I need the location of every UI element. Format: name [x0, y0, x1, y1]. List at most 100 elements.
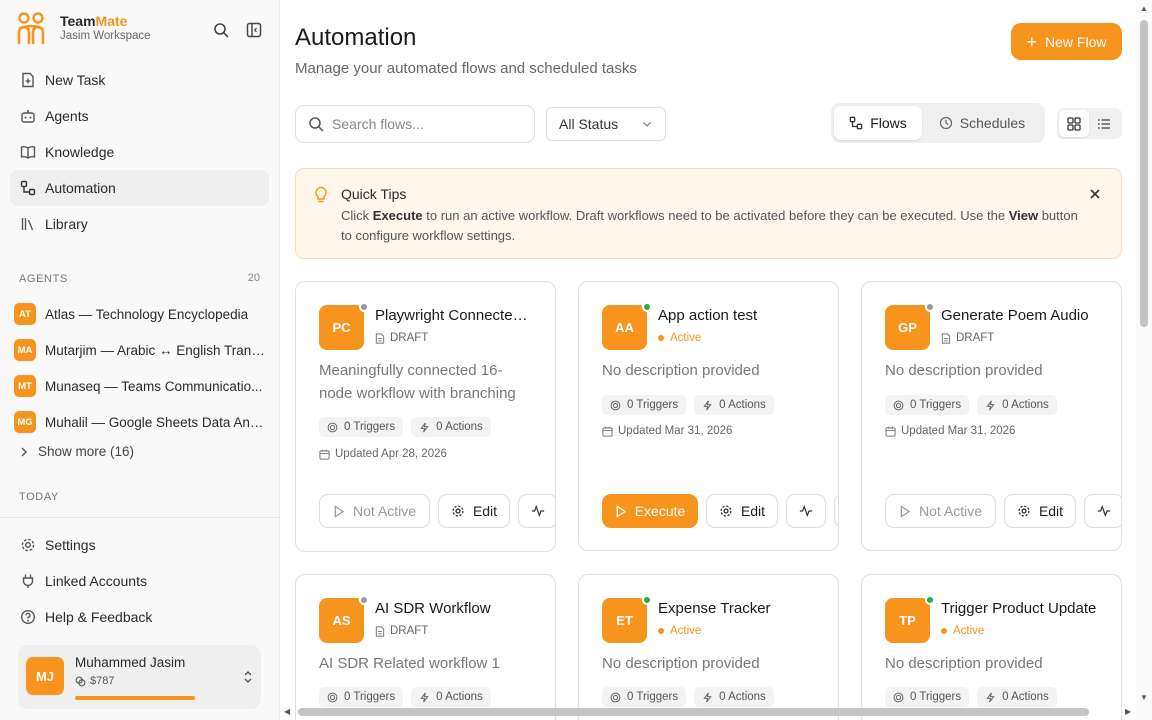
flow-card[interactable]: GP Generate Poem Audio DRAFT No descript…: [861, 281, 1122, 551]
document-icon: [941, 332, 951, 344]
activity-icon: [1097, 505, 1111, 517]
status-filter-select[interactable]: All Status: [546, 107, 666, 141]
edit-button[interactable]: Edit: [1004, 494, 1076, 528]
calendar-icon: [602, 426, 613, 437]
sidebar-item-knowledge[interactable]: Knowledge: [10, 134, 269, 170]
execute-button[interactable]: Execute: [602, 494, 698, 528]
status-label: Active: [670, 332, 702, 344]
scroll-right-arrow-icon[interactable]: ▶: [1125, 707, 1131, 716]
actions-badge: 0 Actions: [411, 687, 491, 707]
triggers-badge: 0 Triggers: [885, 395, 970, 415]
flow-card[interactable]: AS AI SDR Workflow DRAFT AI SDR Related …: [295, 574, 556, 720]
user-card[interactable]: MJ Muhammed Jasim $787: [18, 645, 261, 709]
sidebar-item-linked-accounts[interactable]: Linked Accounts: [10, 563, 269, 599]
lightning-icon: [703, 692, 712, 702]
page-subtitle: Manage your automated flows and schedule…: [295, 60, 637, 77]
grid-view-button[interactable]: [1059, 110, 1089, 137]
sidebar-item-label: Help & Feedback: [45, 609, 153, 625]
sidebar-item-library[interactable]: Library: [10, 206, 269, 242]
flow-card[interactable]: ET Expense Tracker Active No description…: [578, 574, 839, 720]
actions-badge: 0 Actions: [977, 395, 1057, 415]
credit-amount: $787: [90, 675, 115, 687]
delete-button[interactable]: [834, 494, 838, 528]
activity-button[interactable]: [518, 494, 555, 528]
not-active-button[interactable]: Not Active: [885, 494, 996, 528]
tab-schedules[interactable]: Schedules: [922, 106, 1042, 140]
library-icon: [21, 218, 34, 231]
chevrons-up-down-icon: [244, 671, 252, 683]
edit-button[interactable]: Edit: [438, 494, 510, 528]
edit-button[interactable]: Edit: [706, 494, 778, 528]
flow-avatar: AA: [602, 305, 647, 350]
show-more-agents[interactable]: Show more (16): [18, 444, 134, 459]
brand[interactable]: TeamMate Jasim Workspace: [16, 12, 151, 46]
brand-name: TeamMate: [60, 13, 128, 29]
agent-item[interactable]: MG Muhalil — Google Sheets Data Ana...: [14, 404, 268, 440]
target-icon: [610, 692, 621, 702]
agent-item[interactable]: AT Atlas — Technology Encyclopedia: [14, 296, 268, 332]
quick-tips-banner: Quick Tips Click Execute to run an activ…: [295, 168, 1122, 259]
flow-description: No description provided: [602, 362, 760, 379]
calendar-icon: [319, 449, 330, 460]
vertical-scrollbar[interactable]: ▲ ▼: [1136, 0, 1152, 720]
sidebar-divider: [0, 517, 279, 518]
triggers-badge: 0 Triggers: [319, 417, 404, 437]
activity-icon: [531, 505, 545, 517]
flow-card[interactable]: AA App action test Active No description…: [578, 281, 839, 551]
agent-item[interactable]: MT Munaseq — Teams Communicatio...: [14, 368, 268, 404]
sidebar-item-automation[interactable]: Automation: [10, 170, 269, 206]
sidebar-item-label: Agents: [45, 108, 89, 124]
search-input[interactable]: [332, 116, 522, 132]
tab-flows[interactable]: Flows: [834, 106, 922, 140]
flow-chips: 0 Triggers 0 Actions: [602, 395, 782, 415]
status-label: DRAFT: [390, 332, 429, 344]
scroll-left-arrow-icon[interactable]: ◀: [284, 707, 290, 716]
not-active-button[interactable]: Not Active: [319, 494, 430, 528]
play-icon: [616, 504, 627, 518]
flow-card[interactable]: TP Trigger Product Update Active No desc…: [861, 574, 1122, 720]
search-icon[interactable]: [211, 20, 231, 40]
flow-description: No description provided: [885, 362, 1043, 379]
flow-status: DRAFT: [375, 332, 428, 344]
actions-badge: 0 Actions: [694, 687, 774, 707]
sidebar-toggle-icon[interactable]: [244, 20, 264, 40]
sidebar-item-label: Library: [45, 216, 88, 232]
workspace-name: Jasim Workspace: [60, 30, 151, 42]
flow-updated: Updated Apr 28, 2026: [319, 448, 447, 460]
flow-actions: Execute Edit: [602, 494, 838, 528]
chevron-down-icon: [643, 122, 651, 127]
status-label: Active: [953, 625, 985, 637]
document-icon: [375, 625, 385, 637]
new-flow-button[interactable]: + New Flow: [1011, 23, 1122, 60]
flow-status: DRAFT: [941, 332, 994, 344]
plug-icon: [22, 574, 34, 588]
tab-label: Flows: [870, 115, 907, 131]
flow-chips: 0 Triggers 0 Actions: [602, 687, 782, 707]
sidebar-item-settings[interactable]: Settings: [10, 527, 269, 563]
sidebar-item-help[interactable]: Help & Feedback: [10, 599, 269, 635]
sidebar-item-agents[interactable]: Agents: [10, 98, 269, 134]
activity-icon: [799, 505, 813, 517]
agent-avatar: MG: [14, 411, 36, 433]
close-icon[interactable]: [1089, 188, 1101, 200]
flow-avatar: TP: [885, 598, 930, 643]
scroll-down-arrow-icon[interactable]: ▼: [1140, 693, 1148, 702]
flow-card[interactable]: PC Playwright Connected 16-node DRAFT Me…: [295, 281, 556, 552]
lightning-icon: [420, 422, 429, 432]
vertical-scrollbar-thumb[interactable]: [1140, 20, 1148, 327]
list-view-button[interactable]: [1089, 110, 1119, 137]
credit-progress-bar: [75, 696, 195, 700]
activity-button[interactable]: [1084, 494, 1121, 528]
flow-chips: 0 Triggers 0 Actions: [319, 417, 499, 437]
search-box: [295, 105, 535, 143]
agent-avatar: AT: [14, 303, 36, 325]
flow-status: Active: [658, 332, 701, 344]
sidebar-item-new-task[interactable]: New Task: [10, 62, 269, 98]
horizontal-scrollbar-thumb[interactable]: [298, 708, 1089, 716]
agent-item[interactable]: MA Mutarjim — Arabic ↔ English Transl...: [14, 332, 268, 368]
activity-button[interactable]: [786, 494, 826, 528]
flow-name: Trigger Product Update: [941, 600, 1097, 617]
agent-avatar: MA: [14, 339, 36, 361]
layout-toggle: [1057, 108, 1122, 139]
scroll-up-arrow-icon[interactable]: ▲: [1140, 4, 1148, 13]
